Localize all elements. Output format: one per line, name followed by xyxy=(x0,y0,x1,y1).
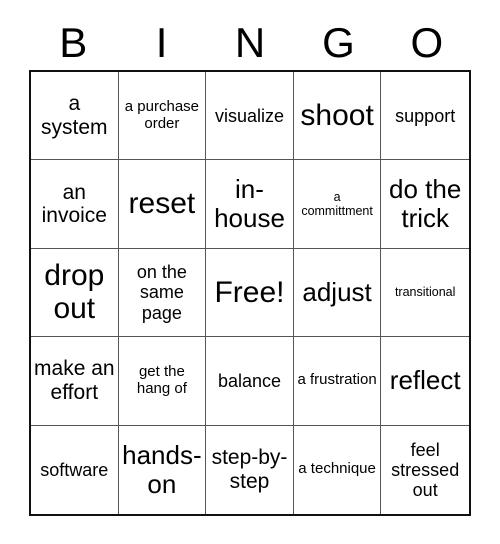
bingo-cell[interactable]: an invoice xyxy=(31,160,119,249)
bingo-cell-label: do the trick xyxy=(389,173,462,234)
bingo-cell-label: in-house xyxy=(214,173,285,234)
bingo-cell-label: make an effort xyxy=(34,357,115,404)
bingo-header-letter-2: I xyxy=(155,19,168,66)
bingo-cell[interactable]: make an effort xyxy=(31,337,119,426)
bingo-cell[interactable]: in-house xyxy=(206,160,294,249)
bingo-cell[interactable]: a frustration xyxy=(293,337,382,426)
bingo-cell-label: a purchase order xyxy=(124,97,199,132)
bingo-cell[interactable]: balance xyxy=(206,337,294,426)
bingo-header-letter-1: B xyxy=(59,19,88,66)
bingo-cell[interactable]: transitional xyxy=(381,248,469,338)
bingo-cell[interactable]: get the hang of xyxy=(118,337,207,426)
bingo-cell-label: reset xyxy=(128,187,196,221)
bingo-cell[interactable]: reset xyxy=(118,160,207,249)
bingo-cell[interactable]: a system xyxy=(31,72,119,161)
bingo-header-letter-5: O xyxy=(410,19,444,66)
bingo-cell-label: support xyxy=(395,105,456,126)
bingo-cell[interactable]: drop out xyxy=(31,248,119,338)
bingo-cell[interactable]: shoot xyxy=(293,72,382,161)
bingo-header-letter-4: G xyxy=(322,19,355,66)
bingo-cell-label: a technique xyxy=(298,460,376,478)
bingo-cell-label: drop out xyxy=(44,258,105,326)
bingo-cell[interactable]: support xyxy=(381,72,469,161)
bingo-header-letter-3: N xyxy=(234,19,266,66)
bingo-cell-label: an invoice xyxy=(41,180,107,228)
bingo-cell[interactable]: step-by-step xyxy=(206,425,294,514)
bingo-cell[interactable]: a technique xyxy=(293,425,382,514)
bingo-cell-label: on the same page xyxy=(136,262,187,323)
bingo-cell-label: balance xyxy=(217,370,282,391)
bingo-cell[interactable]: software xyxy=(31,425,119,514)
bingo-cell-label: reflect xyxy=(389,365,461,396)
bingo-cell-label: software xyxy=(40,459,109,480)
bingo-cell-label: get the hang of xyxy=(136,363,187,397)
bingo-cell-label: transitional xyxy=(394,285,456,300)
bingo-cell-label: a system xyxy=(41,92,108,139)
bingo-cell-label: a committment xyxy=(301,190,373,219)
bingo-cell[interactable]: reflect xyxy=(381,337,469,426)
bingo-cell[interactable]: a purchase order xyxy=(118,72,207,161)
bingo-cell[interactable]: hands-on xyxy=(118,425,207,514)
bingo-card: B I N G O a system a purchase order visualize s… xyxy=(0,0,500,544)
bingo-cell[interactable]: adjust xyxy=(293,248,382,338)
bingo-header: BINGO xyxy=(29,18,471,68)
bingo-cell-label: Free! xyxy=(214,275,285,309)
bingo-cell-label: visualize xyxy=(214,105,284,126)
bingo-cell-label: step-by-step xyxy=(211,446,288,493)
bingo-grid: a system a purchase order visualize shoot su… xyxy=(29,70,471,516)
bingo-cell[interactable]: a committment xyxy=(293,160,382,249)
bingo-cell[interactable]: do the trick xyxy=(381,160,469,249)
bingo-cell-label: shoot xyxy=(300,98,374,132)
bingo-cell[interactable]: on the same page xyxy=(118,248,207,338)
bingo-cell-label: feel stressed out xyxy=(391,439,460,500)
bingo-cell-label: adjust xyxy=(302,276,372,307)
bingo-cell-label: hands-on xyxy=(122,439,202,499)
bingo-cell[interactable]: visualize xyxy=(206,72,294,161)
bingo-cell-label: a frustration xyxy=(297,371,377,389)
bingo-free-space[interactable]: Free! xyxy=(206,248,294,338)
bingo-cell[interactable]: feel stressed out xyxy=(381,425,469,514)
